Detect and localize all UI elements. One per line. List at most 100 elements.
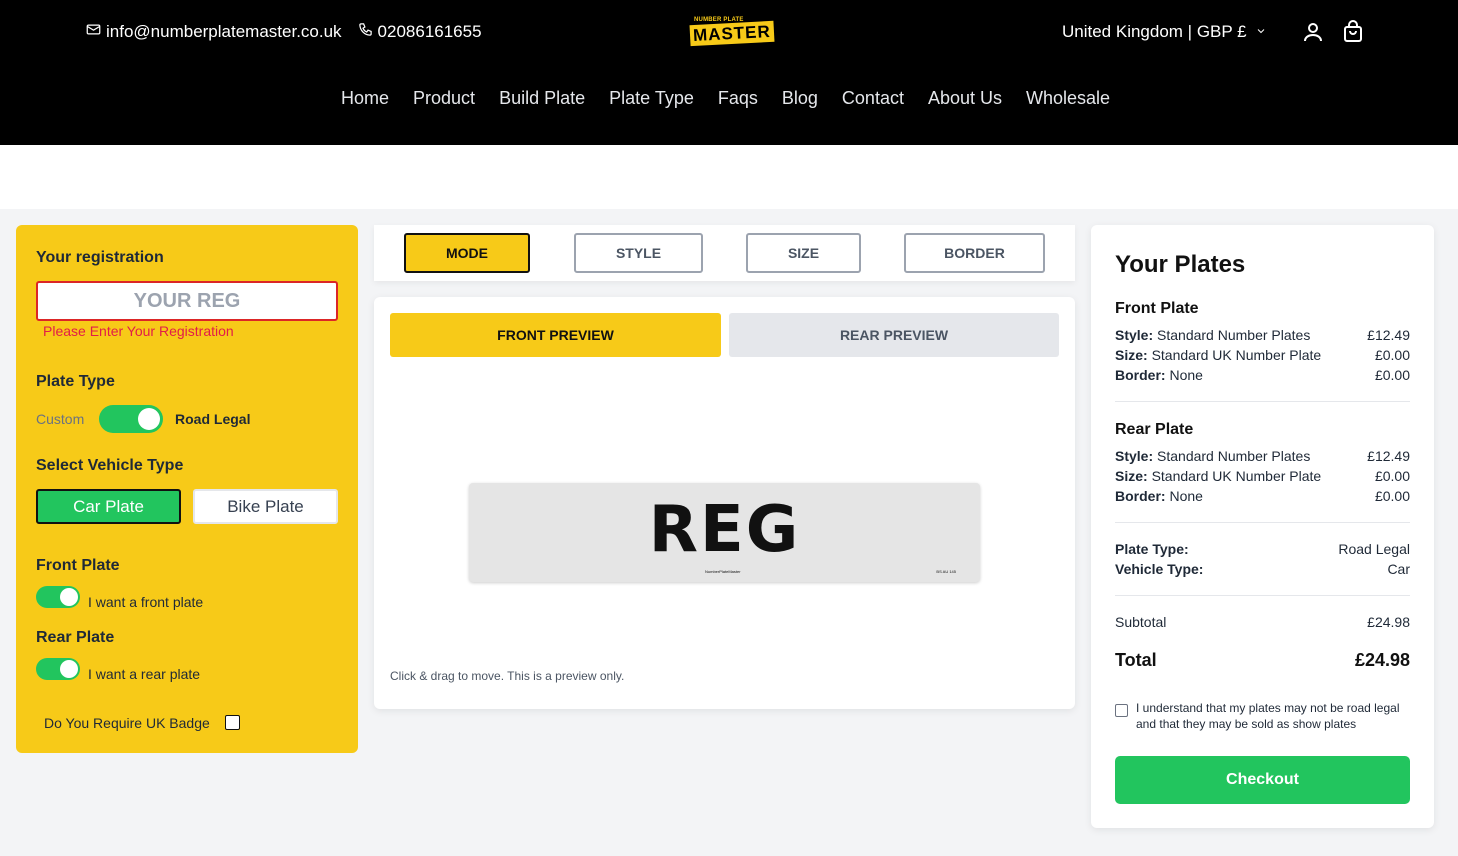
- front-size-row: Size: Standard UK Number Plate £0.00: [1115, 347, 1410, 363]
- plate-bs-mark: BS AU 145: [936, 569, 956, 574]
- front-style-price: £12.49: [1367, 327, 1410, 343]
- front-size-price: £0.00: [1374, 347, 1410, 363]
- front-border-price: £0.00: [1374, 367, 1410, 383]
- customisation-tabs: MODE STYLE SIZE BORDER: [374, 225, 1075, 281]
- rear-border-row: Border: None £0.00: [1115, 488, 1410, 504]
- rear-size-key: Size:: [1115, 468, 1148, 484]
- plate-preview-panel: FRONT PREVIEW REAR PREVIEW REG NumberPla…: [374, 297, 1075, 709]
- registration-label: Your registration: [36, 249, 164, 266]
- plate-type-value: Road Legal: [1338, 541, 1410, 557]
- subtotal-key: Subtotal: [1115, 614, 1167, 630]
- chevron-down-icon: [1255, 22, 1267, 42]
- email-link[interactable]: info@numberplatemaster.co.uk: [86, 22, 342, 42]
- nav-contact[interactable]: Contact: [842, 88, 904, 109]
- total-key: Total: [1115, 650, 1157, 670]
- subtotal-row: Subtotal £24.98: [1115, 614, 1410, 630]
- preview-note: Click & drag to move. This is a preview …: [390, 669, 625, 683]
- nav-blog[interactable]: Blog: [782, 88, 818, 109]
- phone-link[interactable]: 02086161655: [358, 22, 482, 42]
- nav-home[interactable]: Home: [341, 88, 389, 109]
- registration-error: Please Enter Your Registration: [43, 323, 234, 339]
- tab-style[interactable]: STYLE: [574, 233, 703, 273]
- custom-label: Custom: [36, 411, 85, 427]
- front-size-key: Size:: [1115, 347, 1148, 363]
- front-border-value: None: [1169, 367, 1203, 383]
- plate-type-row: Plate Type: Road Legal: [1115, 541, 1410, 557]
- logo-big-text: MASTER: [689, 20, 775, 47]
- front-size-value: Standard UK Number Plate: [1151, 347, 1322, 363]
- agree-text: I understand that my plates may not be r…: [1136, 701, 1400, 731]
- vehicle-type-key: Vehicle Type:: [1115, 561, 1204, 577]
- nav-faqs[interactable]: Faqs: [718, 88, 758, 109]
- nav-wholesale[interactable]: Wholesale: [1026, 88, 1110, 109]
- plate-options-panel: Your registration YOUR REG Please Enter …: [16, 225, 358, 753]
- tab-mode[interactable]: MODE: [404, 233, 530, 273]
- front-preview-button[interactable]: FRONT PREVIEW: [390, 313, 721, 357]
- front-plate-heading: Front Plate: [1115, 300, 1199, 317]
- phone-text: 02086161655: [377, 22, 482, 41]
- rear-border-key: Border:: [1115, 488, 1166, 504]
- nav-plate-type[interactable]: Plate Type: [609, 88, 694, 109]
- rear-border-value: None: [1169, 488, 1203, 504]
- total-value: £24.98: [1354, 650, 1410, 670]
- nav-product[interactable]: Product: [413, 88, 475, 109]
- vehicle-type-value: Car: [1387, 561, 1410, 577]
- rear-plate-label: Rear Plate: [36, 629, 115, 646]
- number-plate-preview[interactable]: REG NumberPlateMaster BS AU 145: [469, 483, 980, 582]
- rear-style-key: Style:: [1115, 448, 1154, 464]
- user-icon[interactable]: [1301, 20, 1325, 44]
- plate-type-toggle[interactable]: [99, 405, 163, 433]
- rear-border-price: £0.00: [1374, 488, 1410, 504]
- rear-style-row: Style: Standard Number Plates £12.49: [1115, 448, 1410, 464]
- car-plate-button[interactable]: Car Plate: [36, 489, 181, 524]
- uk-badge-label: Do You Require UK Badge: [44, 715, 210, 731]
- checkout-button[interactable]: Checkout: [1115, 756, 1410, 804]
- vehicle-type-label: Select Vehicle Type: [36, 457, 184, 474]
- plate-supplier-mark: NumberPlateMaster: [705, 569, 741, 574]
- site-header: info@numberplatemaster.co.uk 02086161655…: [0, 0, 1458, 145]
- vehicle-type-row: Vehicle Type: Car: [1115, 561, 1410, 577]
- email-text: info@numberplatemaster.co.uk: [106, 22, 342, 41]
- contact-info: info@numberplatemaster.co.uk 02086161655: [86, 22, 482, 42]
- plate-type-key: Plate Type:: [1115, 541, 1189, 557]
- rear-plate-toggle[interactable]: [36, 658, 80, 680]
- rear-size-price: £0.00: [1374, 468, 1410, 484]
- plate-characters: REG: [648, 493, 801, 567]
- rear-preview-button[interactable]: REAR PREVIEW: [729, 313, 1059, 357]
- agree-checkbox[interactable]: [1115, 704, 1128, 717]
- road-legal-label: Road Legal: [175, 411, 251, 427]
- front-border-row: Border: None £0.00: [1115, 367, 1410, 383]
- rear-style-value: Standard Number Plates: [1157, 448, 1311, 464]
- nav-build-plate[interactable]: Build Plate: [499, 88, 585, 109]
- order-summary-panel: Your Plates Front Plate Style: Standard …: [1091, 225, 1434, 828]
- front-plate-toggle-label: I want a front plate: [88, 594, 204, 610]
- rear-size-value: Standard UK Number Plate: [1151, 468, 1322, 484]
- plate-type-label: Plate Type: [36, 373, 115, 390]
- nav-about-us[interactable]: About Us: [928, 88, 1002, 109]
- spacer-band: [0, 145, 1458, 209]
- bike-plate-button[interactable]: Bike Plate: [193, 489, 338, 524]
- cart-icon[interactable]: [1341, 20, 1365, 44]
- summary-divider: [1115, 522, 1410, 523]
- tab-size[interactable]: SIZE: [746, 233, 861, 273]
- front-style-value: Standard Number Plates: [1157, 327, 1311, 343]
- rear-size-row: Size: Standard UK Number Plate £0.00: [1115, 468, 1410, 484]
- front-style-row: Style: Standard Number Plates £12.49: [1115, 327, 1410, 343]
- summary-title: Your Plates: [1115, 251, 1246, 278]
- summary-divider: [1115, 401, 1410, 402]
- phone-icon: [358, 22, 373, 42]
- front-plate-label: Front Plate: [36, 557, 120, 574]
- locale-text: United Kingdom | GBP £: [1062, 22, 1247, 41]
- uk-badge-checkbox[interactable]: [225, 715, 240, 730]
- rear-style-price: £12.49: [1367, 448, 1410, 464]
- main-nav: Home Product Build Plate Plate Type Faqs…: [341, 88, 1110, 109]
- total-row: Total £24.98: [1115, 650, 1410, 671]
- rear-plate-heading: Rear Plate: [1115, 421, 1194, 438]
- front-plate-toggle[interactable]: [36, 586, 80, 608]
- locale-selector[interactable]: United Kingdom | GBP £: [1062, 22, 1267, 42]
- mail-icon: [86, 22, 101, 42]
- registration-input[interactable]: YOUR REG: [36, 281, 338, 321]
- tab-border[interactable]: BORDER: [904, 233, 1045, 273]
- front-border-key: Border:: [1115, 367, 1166, 383]
- site-logo[interactable]: NUMBER PLATE MASTER: [689, 17, 775, 47]
